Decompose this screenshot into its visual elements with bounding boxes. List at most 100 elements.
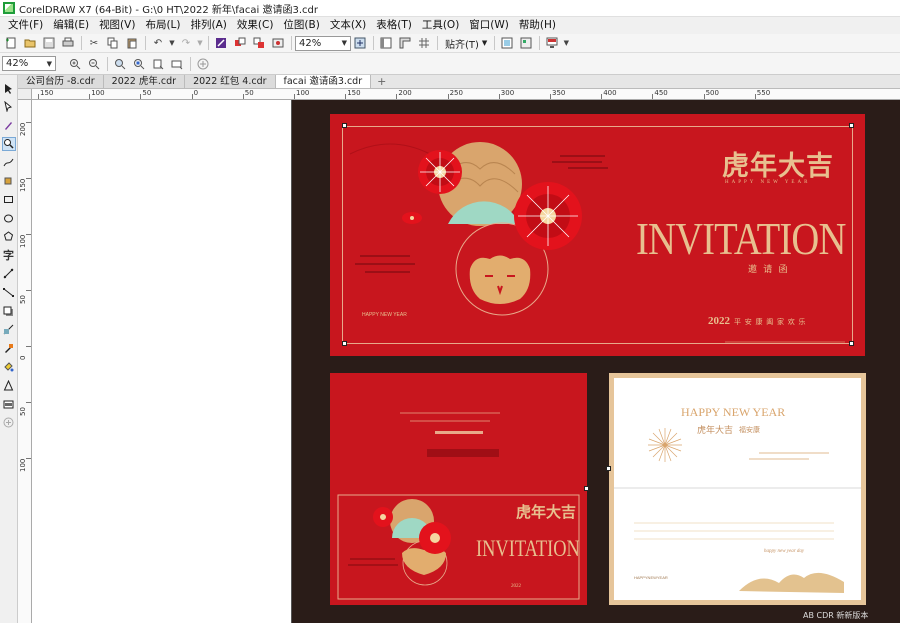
invitation-card-inside[interactable]: HAPPY NEW YEAR 虎年大吉 福安康 happy new year d…	[609, 373, 866, 605]
menu-window[interactable]: 窗口(W)	[465, 17, 515, 34]
ruler-label: 300	[500, 89, 515, 97]
menu-help[interactable]: 帮助(H)	[515, 17, 562, 34]
back-year[interactable]: 2022	[511, 584, 521, 589]
zoom-to-all-objects-icon[interactable]	[130, 55, 148, 72]
export-icon[interactable]	[250, 35, 268, 52]
save-icon[interactable]	[40, 35, 58, 52]
zoom-in-icon[interactable]	[66, 55, 84, 72]
drawing-canvas-empty[interactable]	[32, 100, 292, 623]
application-launcher-icon[interactable]	[517, 35, 535, 52]
show-rulers-icon[interactable]	[396, 35, 414, 52]
selection-handle[interactable]	[849, 123, 854, 128]
selection-handle[interactable]	[342, 341, 347, 346]
menu-file[interactable]: 文件(F)	[4, 17, 49, 34]
tab-document-1[interactable]: 公司台历 -8.cdr	[18, 75, 104, 88]
tab-document-2[interactable]: 2022 虎年.cdr	[103, 75, 186, 88]
invitation-card-back[interactable]: 虎年大吉 INVITATION 2022	[330, 373, 587, 605]
menu-arrange[interactable]: 排列(A)	[187, 17, 233, 34]
outline-pen-tool-icon[interactable]	[2, 397, 16, 411]
zoom-out-icon[interactable]	[85, 55, 103, 72]
inside-script-line[interactable]: happy new year day	[764, 549, 804, 554]
polygon-tool-icon[interactable]	[2, 230, 16, 244]
inside-hny-title[interactable]: HAPPY NEW YEAR	[681, 405, 785, 420]
page-edge	[291, 100, 292, 623]
card-blessing[interactable]: 平 安 康 阖 家 欢 乐	[734, 317, 807, 327]
connector-tool-icon[interactable]	[2, 286, 16, 300]
search-content-icon[interactable]	[212, 35, 230, 52]
screen-dropdown-icon[interactable]: ▼	[562, 35, 570, 52]
snap-to-button[interactable]: 贴齐(T) ▼	[441, 35, 491, 52]
redo-icon[interactable]: ↷	[177, 35, 195, 52]
separator	[208, 36, 209, 50]
drop-shadow-tool-icon[interactable]	[2, 304, 16, 318]
artistic-media-tool-icon[interactable]	[2, 118, 16, 132]
undo-dropdown-icon[interactable]: ▼	[168, 35, 176, 52]
menu-edit[interactable]: 编辑(E)	[49, 17, 95, 34]
new-tab-plus-icon[interactable]: +	[371, 75, 392, 88]
card-title-cn[interactable]: 虎年大吉	[722, 144, 834, 183]
menu-layout[interactable]: 布局(L)	[141, 17, 186, 34]
zoom-tool-icon[interactable]	[1, 136, 16, 151]
back-title-cn[interactable]: 虎年大吉	[516, 501, 576, 522]
zoom-level-select[interactable]: 42% ▼	[295, 35, 351, 51]
inside-title-cn[interactable]: 虎年大吉	[697, 423, 733, 436]
selection-handle[interactable]	[606, 466, 611, 471]
smart-drawing-tool-icon[interactable]	[2, 379, 16, 393]
shape-tool-icon[interactable]	[2, 100, 16, 114]
vertical-ruler[interactable]: 200 150 100 50 0 50 100	[18, 100, 32, 623]
menu-bitmaps[interactable]: 位图(B)	[279, 17, 325, 34]
inside-blessing-cn[interactable]: 福安康	[739, 425, 760, 435]
card-tiny-hny[interactable]: HAPPY NEW YEAR	[362, 312, 407, 318]
card-year[interactable]: 2022	[708, 315, 730, 327]
zoom-to-page-icon[interactable]	[351, 35, 369, 52]
paste-icon[interactable]	[123, 35, 141, 52]
parallel-dimension-tool-icon[interactable]	[2, 267, 16, 281]
print-icon[interactable]	[59, 35, 77, 52]
transparency-tool-icon[interactable]	[2, 323, 16, 337]
horizontal-ruler[interactable]: 150 100 50 0 50 100 150 200 250 300 350 400 450 500 55…	[32, 89, 900, 100]
selection-handle[interactable]	[342, 123, 347, 128]
menu-effects[interactable]: 效果(C)	[233, 17, 280, 34]
card-subtitle-en[interactable]: HAPPY NEW YEAR	[725, 180, 810, 185]
zoom-to-page-width-icon[interactable]	[168, 55, 186, 72]
open-folder-icon[interactable]	[21, 35, 39, 52]
freehand-tool-icon[interactable]	[2, 155, 16, 169]
menu-tools[interactable]: 工具(O)	[418, 17, 465, 34]
import-icon[interactable]	[231, 35, 249, 52]
menu-table[interactable]: 表格(T)	[372, 17, 418, 34]
pick-tool-icon[interactable]	[2, 81, 16, 95]
zoom-to-page-view-icon[interactable]	[149, 55, 167, 72]
selection-handle[interactable]	[849, 341, 854, 346]
color-eyedropper-tool-icon[interactable]	[2, 341, 16, 355]
undo-icon[interactable]: ↶	[149, 35, 167, 52]
ruler-origin[interactable]	[18, 89, 32, 100]
interactive-fill-tool-icon[interactable]	[2, 360, 16, 374]
menu-text[interactable]: 文本(X)	[326, 17, 372, 34]
publish-pdf-icon[interactable]	[269, 35, 287, 52]
options-icon[interactable]	[498, 35, 516, 52]
screen-display-icon[interactable]	[543, 35, 561, 52]
selection-handle[interactable]	[584, 486, 589, 491]
text-tool-icon[interactable]: 字	[2, 248, 16, 262]
ellipse-tool-icon[interactable]	[2, 211, 16, 225]
copy-icon[interactable]	[104, 35, 122, 52]
add-preset-icon[interactable]	[194, 55, 212, 72]
rectangle-tool-icon[interactable]	[2, 193, 16, 207]
show-grid-icon[interactable]	[415, 35, 433, 52]
zoom-to-selected-icon[interactable]	[111, 55, 129, 72]
invitation-card-main[interactable]: 虎年大吉 HAPPY NEW YEAR INVITATION 邀 请 函 202…	[330, 114, 865, 356]
full-screen-preview-icon[interactable]	[377, 35, 395, 52]
inside-footer[interactable]: HAPPYNEWYEAR	[634, 575, 668, 580]
property-zoom-select[interactable]: 42% ▼	[2, 56, 56, 71]
back-invitation-title[interactable]: INVITATION	[476, 536, 580, 562]
tab-document-3[interactable]: 2022 红包 4.cdr	[185, 75, 276, 88]
card-invitation-cn[interactable]: 邀 请 函	[748, 262, 790, 275]
redo-dropdown-icon[interactable]: ▼	[196, 35, 204, 52]
tab-document-active[interactable]: facai 邀请函3.cdr	[275, 75, 372, 88]
new-document-icon[interactable]	[2, 35, 20, 52]
card-invitation-title[interactable]: INVITATION	[636, 212, 846, 265]
menu-view[interactable]: 视图(V)	[95, 17, 141, 34]
add-tool-icon[interactable]	[2, 416, 16, 430]
cut-icon[interactable]: ✂	[85, 35, 103, 52]
smart-fill-tool-icon[interactable]	[2, 174, 16, 188]
